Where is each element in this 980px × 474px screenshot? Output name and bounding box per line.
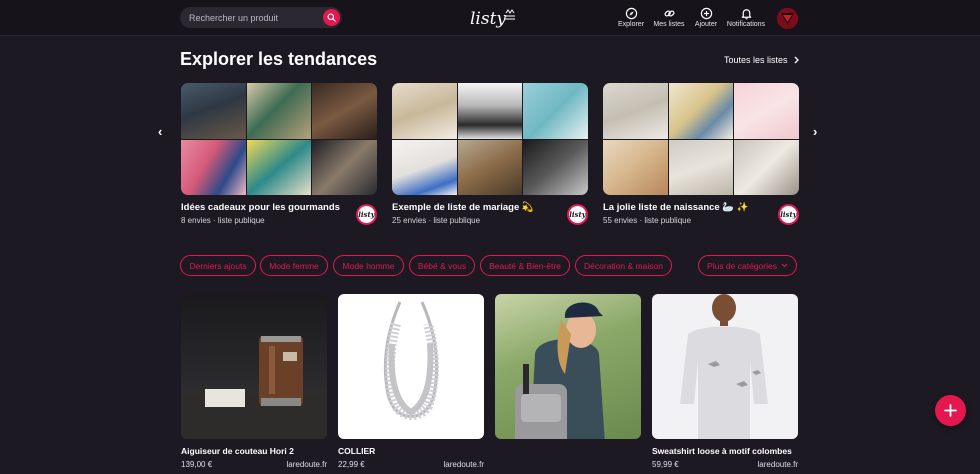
product-price: 59,99 € <box>652 460 679 469</box>
mosaic-photo <box>392 139 457 195</box>
all-lists-link[interactable]: Toutes les listes <box>724 55 800 65</box>
chip-decoration[interactable]: Décoration & maison <box>575 255 672 276</box>
product-image <box>495 294 641 439</box>
product-card[interactable]: Sweatshirt loose à motif colombes 59,99 … <box>652 294 798 469</box>
more-categories-label: Plus de catégories <box>707 260 777 271</box>
product-image <box>338 294 484 439</box>
product-image <box>652 294 798 439</box>
nav-explore-label: Explorer <box>617 21 645 28</box>
chip-baby[interactable]: Bébé & vous <box>409 255 475 276</box>
mosaic-photo <box>457 83 523 139</box>
mosaic-photo <box>312 83 377 139</box>
more-categories-button[interactable]: Plus de catégories <box>698 255 797 276</box>
mosaic-photo <box>603 83 668 139</box>
avatar[interactable] <box>777 8 798 29</box>
carousel-prev-button[interactable]: ‹ <box>158 124 162 139</box>
listy-badge: listy <box>778 204 799 225</box>
product-name: Aiguiseur de couteau Hori 2 <box>181 446 294 456</box>
list-card[interactable]: La jolie liste de naissance 🦢 ✨ 55 envie… <box>603 83 799 225</box>
mosaic-photo <box>312 139 377 195</box>
all-lists-label: Toutes les listes <box>724 55 788 65</box>
list-card-mosaic <box>392 83 588 195</box>
nav-notifications[interactable]: Notifications <box>724 7 768 28</box>
product-price: 139,00 € <box>181 460 213 469</box>
link-icon <box>663 10 675 17</box>
mosaic-photo <box>734 139 799 195</box>
nav-my-lists[interactable]: Mes listes <box>651 7 687 28</box>
chip-women[interactable]: Mode femme <box>260 255 328 276</box>
list-card-meta: 25 envies · liste publique <box>392 216 481 225</box>
product-image <box>181 294 327 439</box>
bell-icon <box>741 9 751 20</box>
list-card-title: La jolie liste de naissance 🦢 ✨ <box>603 202 749 213</box>
add-fab-button[interactable] <box>935 395 966 426</box>
search-icon <box>327 13 336 22</box>
search-button[interactable] <box>323 9 340 26</box>
nav-my-lists-label: Mes listes <box>653 21 685 28</box>
mosaic-photo <box>246 139 312 195</box>
mosaic-photo <box>246 83 312 139</box>
nav-notifications-label: Notifications <box>726 21 766 28</box>
search-input[interactable] <box>189 10 314 25</box>
carousel-next-button[interactable]: › <box>813 124 817 139</box>
product-shop: laredoute.fr <box>443 460 484 469</box>
mosaic-photo <box>734 83 799 139</box>
list-card-mosaic <box>181 83 377 195</box>
chip-beauty[interactable]: Beauté & Bien-être <box>480 255 570 276</box>
list-card[interactable]: Idées cadeaux pour les gourmands 8 envie… <box>181 83 377 225</box>
chevron-down-icon <box>781 263 788 268</box>
mosaic-photo <box>668 83 734 139</box>
chip-men[interactable]: Mode homme <box>333 255 404 276</box>
product-name: COLLIER <box>338 446 376 456</box>
mosaic-photo <box>523 139 588 195</box>
mosaic-photo <box>603 139 668 195</box>
listy-badge: listy <box>356 204 377 225</box>
list-card-title: Exemple de liste de mariage 💫 <box>392 202 534 213</box>
mosaic-photo <box>181 139 246 195</box>
mosaic-photo <box>392 83 457 139</box>
logo-text: listy <box>470 9 506 29</box>
nav-add[interactable]: Ajouter <box>692 7 720 28</box>
product-card[interactable]: Aiguiseur de couteau Hori 2 139,00 € lar… <box>181 294 327 469</box>
nav-add-label: Ajouter <box>694 21 718 28</box>
top-bar: listy Explorer Mes listes Ajouter <box>0 0 980 36</box>
mosaic-photo <box>668 139 734 195</box>
product-price: 22,99 € <box>338 460 365 469</box>
plus-icon <box>944 404 957 417</box>
product-card[interactable]: COLLIER 22,99 € laredoute.fr <box>338 294 484 469</box>
list-card[interactable]: Exemple de liste de mariage 💫 25 envies … <box>392 83 588 225</box>
section-title: Explorer les tendances <box>180 49 378 69</box>
mosaic-photo <box>457 139 523 195</box>
nav-explore[interactable]: Explorer <box>617 7 645 28</box>
list-card-meta: 55 envies · liste publique <box>603 216 692 225</box>
list-card-mosaic <box>603 83 799 195</box>
plus-circle-icon <box>700 7 712 20</box>
product-shop: laredoute.fr <box>286 460 327 469</box>
mosaic-photo <box>181 83 246 139</box>
listy-badge: listy <box>567 204 588 225</box>
listy-logo[interactable]: listy <box>468 4 518 32</box>
search-bar <box>180 7 342 28</box>
compass-icon <box>625 7 637 20</box>
product-card[interactable] <box>495 294 641 439</box>
chevron-right-icon <box>794 56 799 64</box>
mosaic-photo <box>523 83 588 139</box>
list-card-meta: 8 envies · liste publique <box>181 216 265 225</box>
chip-latest[interactable]: Derniers ajouts <box>180 255 256 276</box>
product-name: Sweatshirt loose à motif colombes <box>652 446 792 456</box>
list-card-title: Idées cadeaux pour les gourmands <box>181 202 340 213</box>
product-shop: laredoute.fr <box>757 460 798 469</box>
